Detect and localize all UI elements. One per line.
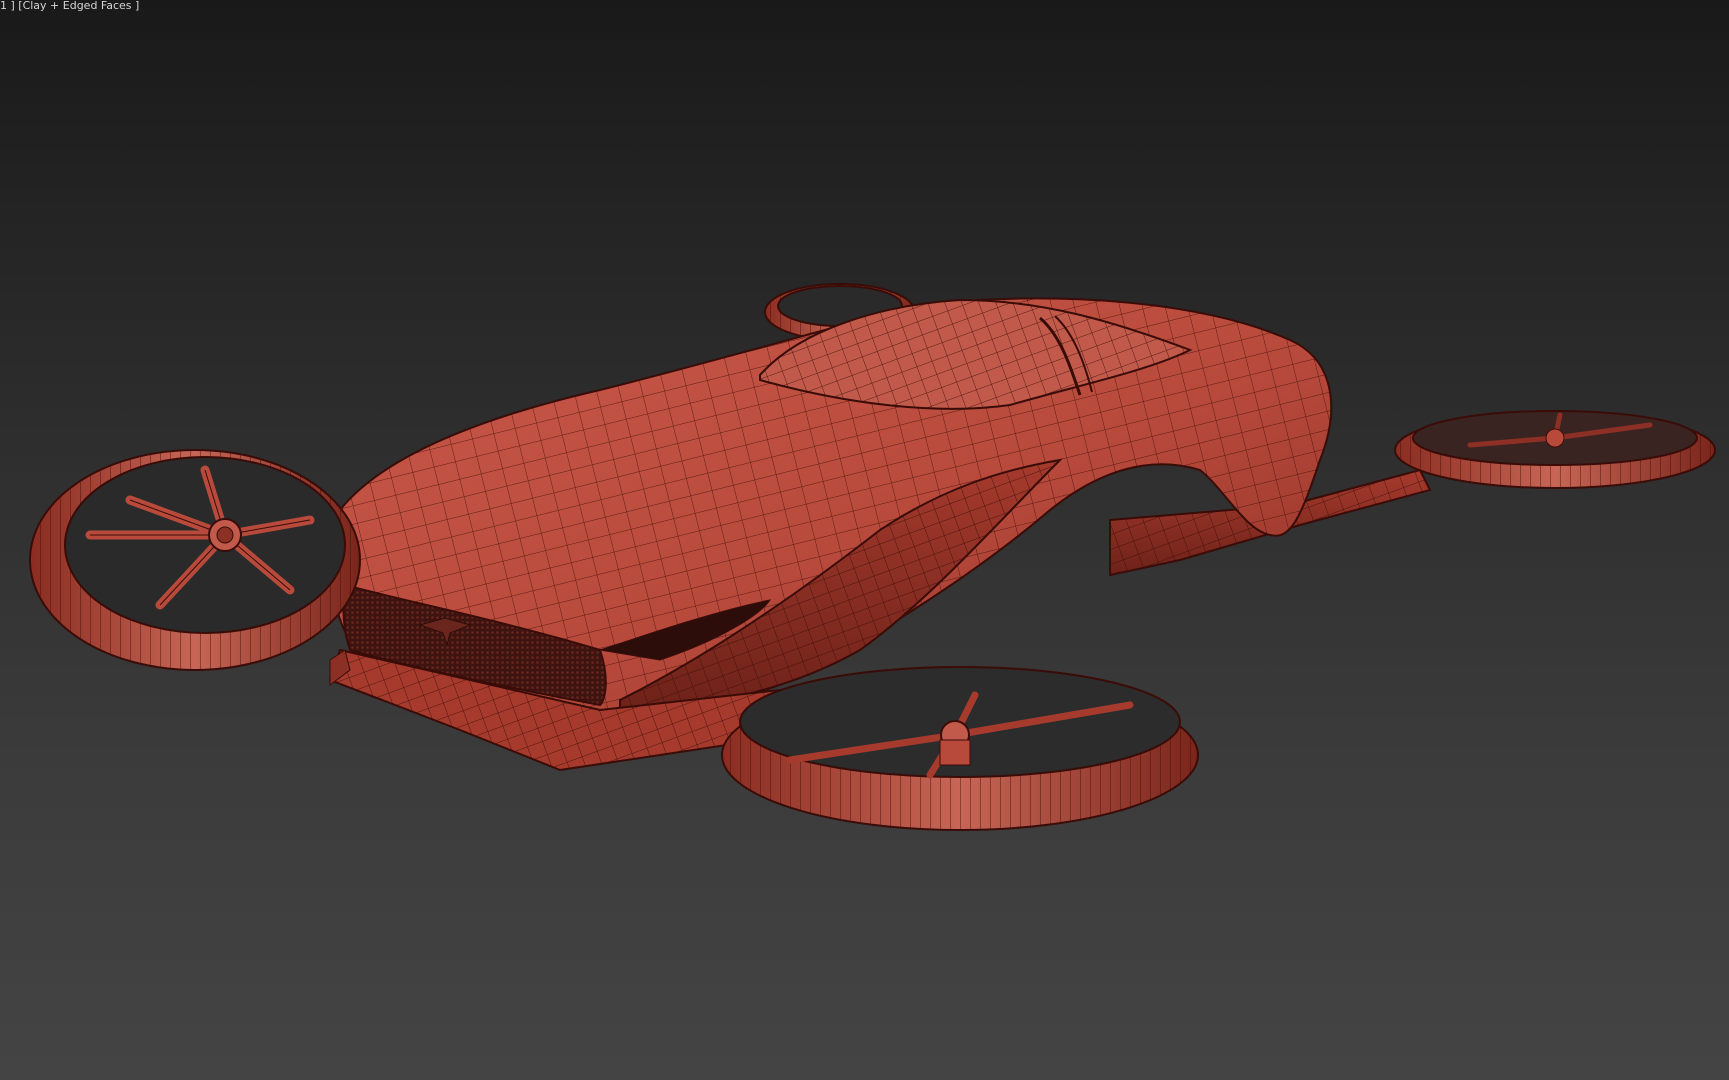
rotor-front-left (29, 449, 361, 671)
flying-car-model[interactable] (0, 0, 1729, 1080)
rotor-front-right (721, 666, 1199, 831)
3d-viewport[interactable]: 1 ] [Clay + Edged Faces ] (0, 0, 1729, 1080)
